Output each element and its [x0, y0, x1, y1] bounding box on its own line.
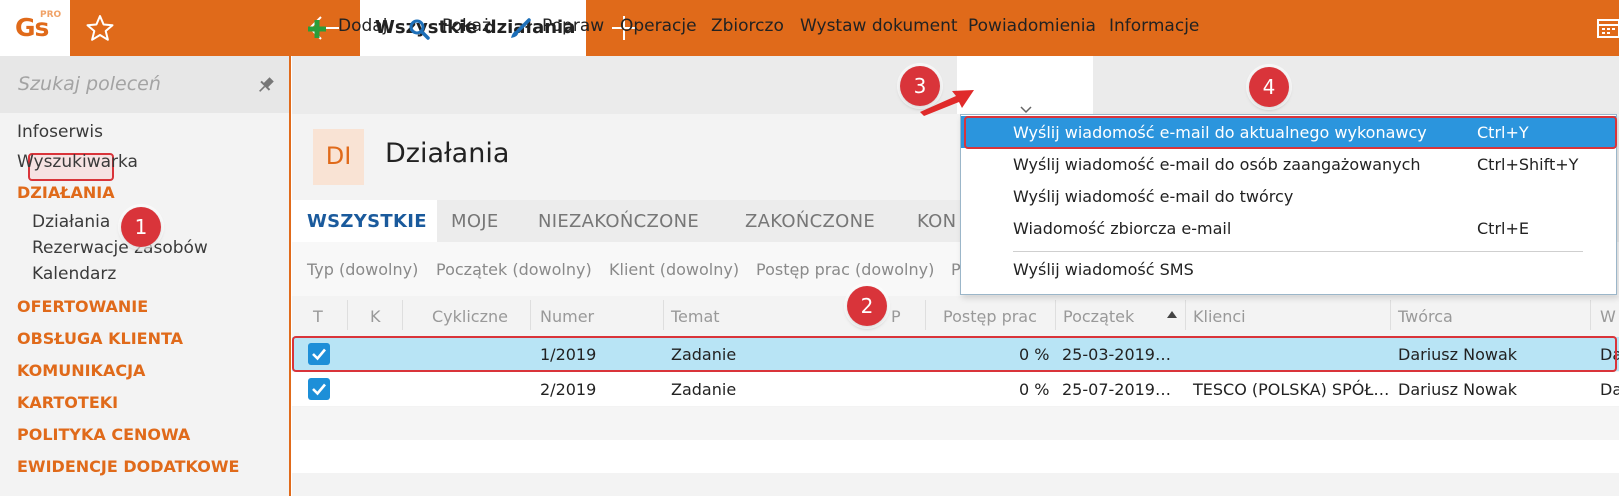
- empty-row: [292, 407, 1619, 440]
- column-separator[interactable]: [663, 300, 664, 330]
- column-header-temat[interactable]: Temat: [671, 307, 720, 326]
- cell-tworca: Dariusz Nowak: [1398, 380, 1518, 399]
- sidebar-section-polityka-cenowa[interactable]: POLITYKA CENOWA: [17, 425, 190, 444]
- filter-klient[interactable]: Klient (dowolny): [609, 260, 739, 279]
- module-badge-text: DI: [325, 142, 352, 170]
- checkmark-icon: [312, 383, 326, 396]
- annotation-marker-3: 3: [900, 66, 940, 106]
- annotation-marker-2: 2: [847, 286, 887, 326]
- menu-item-label: Wyślij wiadomość e-mail do twórcy: [1013, 187, 1294, 206]
- row-annotation-outline: [292, 336, 1617, 372]
- cell-w: Da: [1600, 380, 1619, 399]
- sidebar-item-kalendarz[interactable]: Kalendarz: [32, 264, 116, 284]
- menu-item-send-sms[interactable]: Wyślij wiadomość SMS: [961, 253, 1616, 285]
- show-button[interactable]: Pokaż: [442, 16, 491, 36]
- column-separator[interactable]: [1390, 300, 1391, 330]
- column-header-k[interactable]: K: [370, 307, 381, 326]
- pin-icon[interactable]: [256, 75, 276, 95]
- column-header-poczatek[interactable]: Początek: [1063, 307, 1134, 326]
- operations-button[interactable]: Operacje: [620, 16, 697, 36]
- menu-item-label: Wiadomość zbiorcza e-mail: [1013, 219, 1232, 238]
- tab-zakonczone[interactable]: ZAKOŃCZONE: [745, 211, 875, 232]
- module-badge: DI: [313, 129, 364, 185]
- column-separator[interactable]: [347, 300, 348, 330]
- app-logo[interactable]: Gs PRO: [0, 0, 70, 56]
- sidebar-section-ewidencje-dodatkowe[interactable]: EWIDENCJE DODATKOWE: [17, 457, 239, 476]
- column-header-cykliczne[interactable]: Cykliczne: [432, 307, 508, 326]
- row-checkbox[interactable]: [308, 378, 330, 400]
- logo-pro-badge: PRO: [40, 10, 62, 20]
- notifications-button[interactable]: Powiadomienia: [968, 16, 1096, 36]
- add-button[interactable]: Dodaj: [338, 16, 387, 36]
- column-header-p[interactable]: P: [891, 307, 901, 326]
- column-separator[interactable]: [402, 300, 403, 330]
- sidebar-section-kartoteki[interactable]: KARTOTEKI: [17, 393, 118, 412]
- tab-kon[interactable]: KON: [917, 211, 956, 232]
- add-plus-icon[interactable]: [306, 18, 328, 40]
- filter-poczatek[interactable]: Początek (dowolny): [436, 260, 592, 279]
- sidebar-section-obsluga-klienta[interactable]: OBSŁUGA KLIENTA: [17, 329, 183, 348]
- column-separator[interactable]: [1055, 300, 1056, 330]
- sidebar-item-rezerwacje-zasobow[interactable]: Rezerwacje zasobów: [32, 238, 208, 258]
- menu-item-email-creator[interactable]: Wyślij wiadomość e-mail do twórcy: [961, 180, 1616, 212]
- menu-item-email-involved[interactable]: Wyślij wiadomość e-mail do osób zaangażo…: [961, 148, 1616, 180]
- column-header-numer[interactable]: Numer: [540, 307, 594, 326]
- search-commands-input[interactable]: [18, 68, 248, 100]
- sidebar-search: [0, 56, 289, 113]
- tab-niezakonczone[interactable]: NIEZAKOŃCZONE: [538, 211, 699, 232]
- cell-klienci: TESCO (POLSKA) SPÓŁ…: [1193, 380, 1390, 399]
- sidebar-item-wyszukiwarka[interactable]: Wyszukiwarka: [17, 152, 138, 172]
- column-separator[interactable]: [1185, 300, 1186, 330]
- annotation-marker-1: 1: [121, 207, 161, 247]
- menu-item-label: Wyślij wiadomość e-mail do osób zaangażo…: [1013, 155, 1421, 174]
- column-separator[interactable]: [1590, 300, 1591, 330]
- cell-temat: Zadanie: [671, 380, 737, 399]
- empty-row: [292, 440, 1619, 473]
- column-header-t[interactable]: T: [313, 307, 323, 326]
- sidebar-item-infoserwis[interactable]: Infoserwis: [17, 122, 103, 142]
- column-separator[interactable]: [530, 300, 531, 330]
- filter-postep-prac[interactable]: Postęp prac (dowolny): [756, 260, 934, 279]
- menu-annotation-outline: [964, 116, 1617, 149]
- sidebar-item-dzialania[interactable]: Działania: [32, 212, 110, 232]
- favorites-star-icon[interactable]: [84, 13, 116, 43]
- menu-item-shortcut: Ctrl+E: [1477, 219, 1529, 238]
- cell-postep: 0 %: [1019, 380, 1050, 399]
- page-title: Działania: [385, 138, 510, 169]
- menu-item-shortcut: Ctrl+Shift+Y: [1477, 155, 1579, 174]
- column-header-klienci[interactable]: Klienci: [1193, 307, 1246, 326]
- edit-brush-icon[interactable]: [509, 18, 531, 40]
- sidebar-section-dzialania[interactable]: DZIAŁANIA: [17, 183, 115, 202]
- issue-document-button[interactable]: Wystaw dokument: [800, 16, 958, 36]
- bulk-button[interactable]: Zbiorczo: [711, 16, 784, 36]
- column-header-postep-prac[interactable]: Postęp prac: [943, 307, 1037, 326]
- menu-item-label: Wyślij wiadomość SMS: [1013, 260, 1194, 279]
- filter-typ[interactable]: Typ (dowolny): [307, 260, 418, 279]
- info-button[interactable]: Informacje: [1109, 16, 1199, 36]
- cell-poczatek: 25-07-2019…: [1062, 380, 1171, 399]
- menu-divider: [1013, 251, 1583, 252]
- annotation-marker-4: 4: [1249, 67, 1289, 107]
- menu-item-bulk-email[interactable]: Wiadomość zbiorcza e-mail Ctrl+E: [961, 212, 1616, 244]
- edit-button[interactable]: Popraw: [542, 16, 604, 36]
- sidebar-section-komunikacja[interactable]: KOMUNIKACJA: [17, 361, 145, 380]
- chevron-down-icon: [1019, 99, 1033, 114]
- column-separator[interactable]: [925, 300, 926, 330]
- tab-wszystkie[interactable]: WSZYSTKIE: [307, 211, 427, 232]
- tab-moje[interactable]: MOJE: [451, 211, 499, 232]
- sidebar-section-ofertowanie[interactable]: OFERTOWANIE: [17, 297, 148, 316]
- calendar-icon[interactable]: [1596, 17, 1619, 39]
- cell-numer: 2/2019: [540, 380, 597, 399]
- column-header-tworca[interactable]: Twórca: [1398, 307, 1453, 326]
- column-header-w[interactable]: W: [1600, 307, 1616, 326]
- sort-ascending-icon: [1167, 311, 1177, 318]
- show-search-icon[interactable]: [408, 18, 430, 40]
